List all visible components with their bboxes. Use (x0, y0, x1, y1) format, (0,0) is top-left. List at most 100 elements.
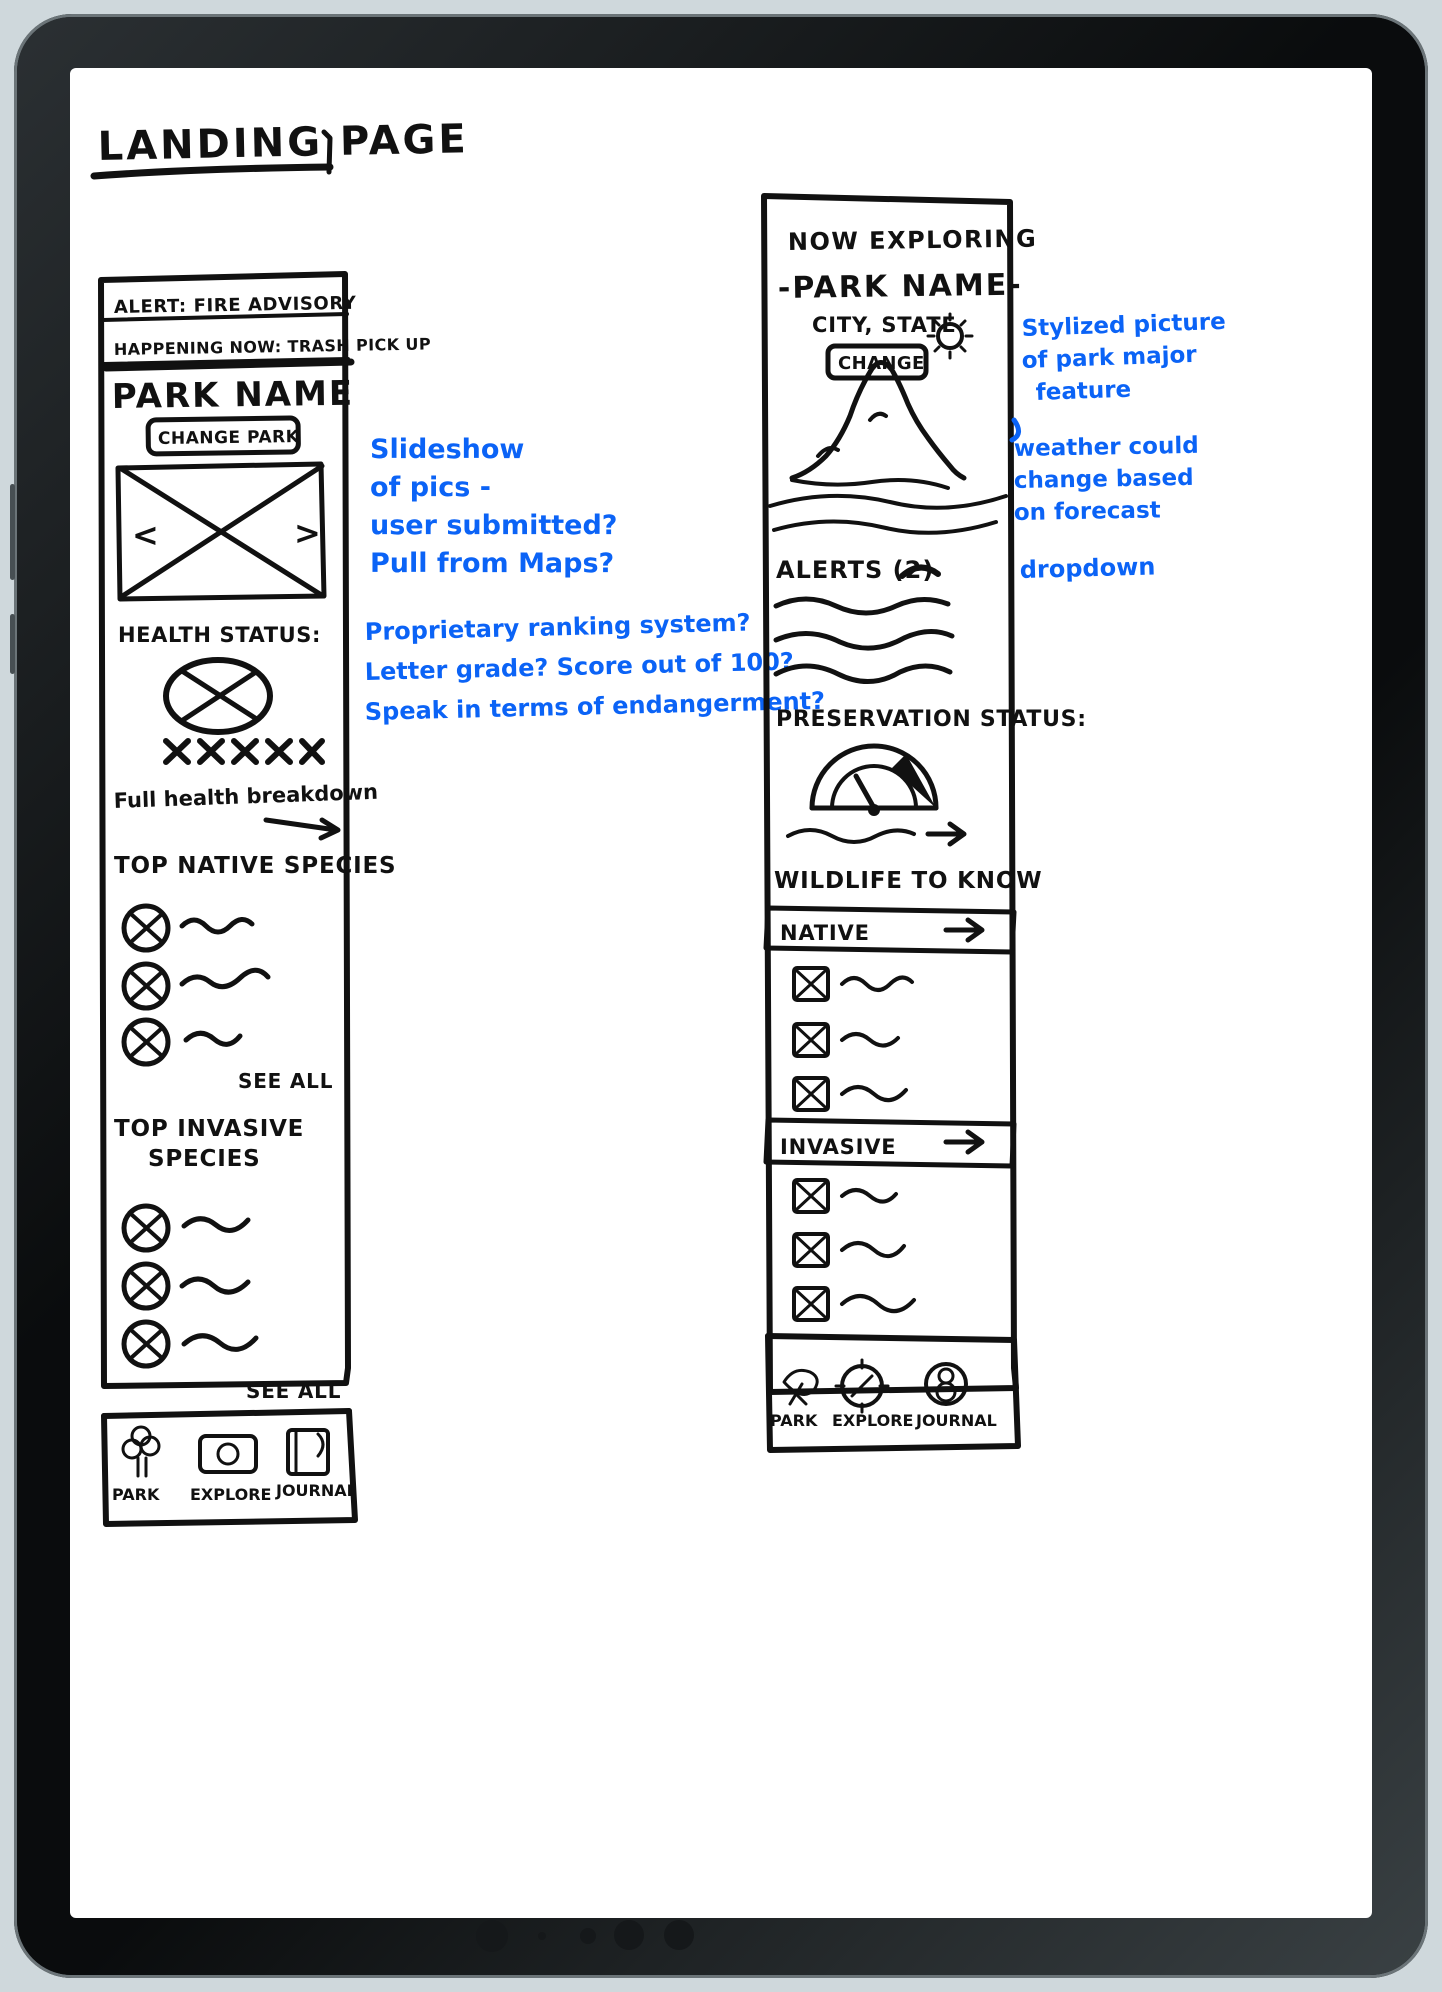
annotation-ranking: Proprietary ranking system? Letter grade… (364, 609, 825, 726)
list-item (121, 961, 271, 1011)
camera-icon (198, 1434, 258, 1474)
annotation-weather: weather could change based on forecast (1014, 433, 1199, 526)
tab-journal-right[interactable]: JOURNAL (915, 1362, 997, 1430)
happening-banner-text: HAPPENING NOW: TRASH PICK UP (114, 334, 431, 359)
list-item (121, 1203, 251, 1253)
slideshow-placeholder[interactable]: < > (115, 461, 327, 602)
health-rating-marks: x x x x x (163, 738, 325, 765)
invasive-list-left[interactable] (121, 1203, 259, 1369)
invasive-row-right[interactable]: INVASIVE (763, 1117, 1017, 1169)
annotation-ranking-line-1: Proprietary ranking system? (364, 609, 750, 646)
annotation-weather-line-3: on forecast (1014, 497, 1161, 526)
change-park-button[interactable]: CHANGE PARK (145, 415, 301, 457)
list-item (792, 1076, 908, 1112)
tab-label-explore-right: EXPLORE (832, 1411, 913, 1430)
alert-banner-row[interactable]: ALERT: FIRE ADVISORY (101, 293, 357, 322)
list-item (792, 1178, 898, 1214)
annotation-ranking-line-2: Letter grade? Score out of 100? (364, 648, 794, 686)
full-health-breakdown-label: Full health breakdown (113, 780, 378, 813)
tab-label-explore-left: EXPLORE (190, 1485, 271, 1504)
list-item (121, 1319, 259, 1369)
park-title-left: PARK NAME (112, 374, 355, 417)
camera-dot-3 (580, 1928, 596, 1944)
change-park-label: CHANGE PARK (158, 427, 300, 449)
list-item (121, 1017, 243, 1067)
annotation-dropdown: dropdown (1019, 552, 1155, 584)
list-item (121, 1261, 251, 1311)
annotation-slideshow-line-3: user submitted? (370, 510, 617, 541)
invasive-heading-left-line2: SPECIES (148, 1146, 260, 1172)
tab-label-park-right: PARK (770, 1411, 818, 1430)
power-button[interactable] (10, 614, 15, 674)
invasive-row-label: INVASIVE (780, 1135, 896, 1159)
annotation-slideshow-line-2: of pics - (370, 472, 491, 503)
list-item (792, 1286, 916, 1322)
native-list-left[interactable] (121, 903, 271, 1067)
slideshow-next-arrow[interactable]: > (294, 514, 321, 552)
tab-label-journal-left: JOURNAL (275, 1481, 357, 1500)
device-home-indicator-row (14, 1914, 1428, 1960)
native-see-all-left[interactable]: SEE ALL (238, 1069, 333, 1093)
list-item (792, 1022, 900, 1058)
tab-journal-left[interactable]: JOURNAL (275, 1428, 357, 1500)
page-title-group: LANDING PAGE (90, 116, 469, 180)
tab-explore-right[interactable]: EXPLORE (832, 1358, 913, 1430)
tab-explore-left[interactable]: EXPLORE (190, 1434, 271, 1504)
tab-park-left[interactable]: PARK (112, 1425, 161, 1504)
slideshow-prev-arrow[interactable]: < (132, 516, 159, 554)
invasive-see-all-left[interactable]: SEE ALL (246, 1379, 341, 1403)
tree-icon (782, 1368, 819, 1406)
invasive-heading-left-line1: TOP INVASIVE (114, 1116, 304, 1142)
preservation-caption (786, 828, 916, 844)
notebook-icon (286, 1428, 330, 1476)
city-state-label: CITY, STATE (812, 313, 956, 337)
annotation-hero: Stylized picture of park major feature (1009, 309, 1226, 443)
native-row-label: NATIVE (780, 921, 870, 945)
volume-button[interactable] (10, 484, 15, 580)
tablet-device: .s{fill:none;stroke:#111;stroke-linecap:… (10, 14, 1428, 1978)
park-title-right: -PARK NAME- (778, 268, 1023, 306)
native-row-right[interactable]: NATIVE (763, 905, 1017, 955)
camera-dot-4 (614, 1920, 644, 1950)
alert-banner-text: ALERT: FIRE ADVISORY (114, 293, 357, 318)
annotation-weather-line-2: change based (1014, 465, 1194, 494)
arrow-right-icon[interactable] (943, 917, 985, 943)
health-status-label: HEALTH STATUS: (118, 623, 321, 647)
tabbar-left[interactable]: PARK EXPLORE JOURNAL (101, 1408, 358, 1527)
preservation-section[interactable]: PRESERVATION STATUS: (776, 707, 1087, 847)
invasive-list-right[interactable] (792, 1178, 916, 1322)
notebook-icon (924, 1362, 968, 1406)
annotation-weather-line-1: weather could (1014, 433, 1199, 462)
annotation-slideshow-line-4: Pull from Maps? (370, 548, 614, 579)
annotation-slideshow-line-1: Slideshow (370, 434, 524, 465)
now-exploring-label: NOW EXPLORING (788, 225, 1038, 256)
full-health-breakdown-link[interactable]: Full health breakdown (113, 780, 378, 841)
tree-icon (121, 1425, 161, 1478)
page-title: LANDING PAGE (97, 116, 469, 170)
camera-dot-1 (476, 1920, 508, 1952)
tab-label-journal-right: JOURNAL (915, 1411, 997, 1430)
tab-park-right[interactable]: PARK (770, 1368, 819, 1430)
native-heading-left: TOP NATIVE SPECIES (114, 853, 396, 879)
annotation-slideshow: Slideshow of pics - user submitted? Pull… (370, 434, 617, 579)
preservation-heading: PRESERVATION STATUS: (776, 707, 1087, 732)
annotation-hero-line-1: Stylized picture (1021, 309, 1226, 342)
camera-dot-5 (664, 1920, 694, 1950)
camera-dot-2 (538, 1932, 546, 1940)
wildlife-heading: WILDLIFE TO KNOW (774, 868, 1042, 894)
native-list-right[interactable] (792, 966, 914, 1112)
sketch-canvas[interactable]: .s{fill:none;stroke:#111;stroke-linecap:… (70, 68, 1372, 1918)
list-item (121, 903, 255, 953)
happening-banner-row[interactable]: HAPPENING NOW: TRASH PICK UP (102, 334, 431, 366)
annotation-ranking-line-3: Speak in terms of endangerment? (364, 687, 825, 726)
compass-icon (834, 1358, 890, 1414)
health-badge-circle-x[interactable] (163, 657, 273, 735)
annotation-hero-line-3: feature (1035, 377, 1131, 406)
wireframe-sketch: .s{fill:none;stroke:#111;stroke-linecap:… (90, 116, 1226, 1527)
alerts-section[interactable]: ALERTS (2) (773, 556, 955, 685)
arrow-right-icon[interactable] (943, 1129, 985, 1155)
tablet-screen[interactable]: .s{fill:none;stroke:#111;stroke-linecap:… (70, 68, 1372, 1918)
arrow-right-icon[interactable] (925, 821, 967, 847)
half-dial-gauge (809, 743, 939, 816)
list-item (792, 1232, 906, 1268)
